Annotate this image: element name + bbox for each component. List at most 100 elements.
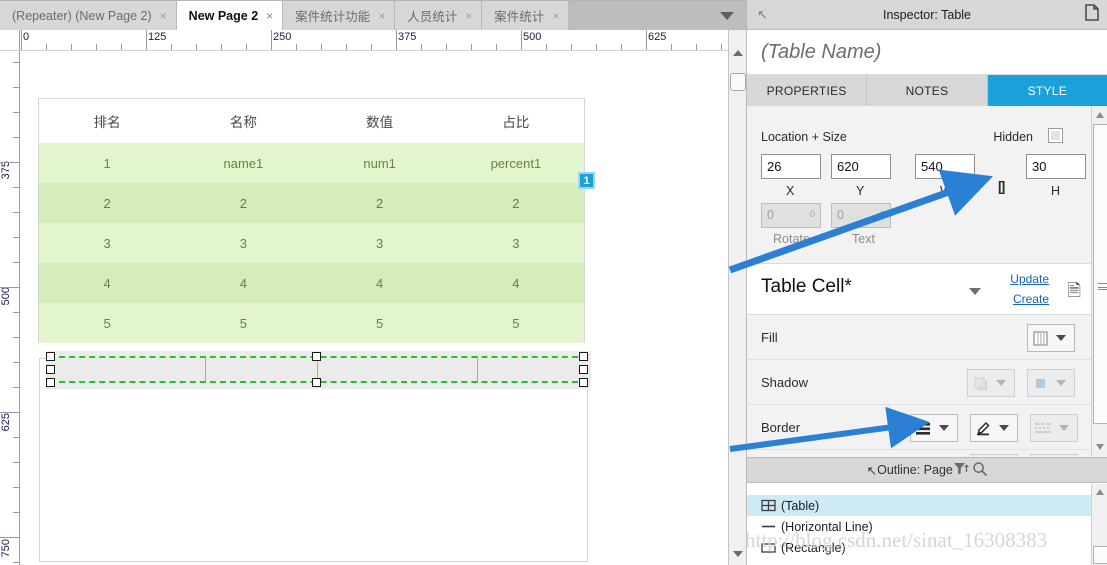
outline-item-partial-top[interactable] — [747, 484, 1091, 495]
table-row[interactable]: 5 5 5 5 — [39, 303, 584, 343]
ruler-label-h-500: 500 — [523, 31, 542, 43]
selected-table-widget[interactable] — [46, 351, 591, 389]
outline-item-rectangle[interactable]: (Rectangle) — [747, 537, 1091, 558]
close-icon[interactable]: × — [378, 9, 385, 23]
shadow-color-dropdown[interactable] — [1027, 369, 1075, 397]
close-icon[interactable]: × — [552, 9, 559, 23]
resize-handle-n[interactable] — [312, 352, 321, 361]
chevron-down-icon[interactable] — [969, 288, 981, 295]
page-tab-repeater-new-page-2[interactable]: (Repeater) (New Page 2) × — [0, 1, 177, 30]
outline-tree[interactable]: (Table) (Horizontal Line) (Rectangle) — [747, 484, 1091, 565]
ruler-tick — [421, 44, 422, 50]
table-header-value: 数值 — [366, 115, 394, 130]
cell: 4 — [512, 275, 520, 291]
hidden-checkbox[interactable] — [1048, 128, 1063, 143]
w-field[interactable]: 540 — [915, 154, 975, 179]
y-field[interactable]: 620 — [831, 154, 891, 179]
ruler-tick — [446, 44, 447, 50]
scroll-down-icon[interactable] — [1096, 444, 1104, 450]
close-icon[interactable]: × — [266, 9, 273, 23]
text-rotate-field[interactable]: 0 0 — [831, 203, 891, 228]
scroll-up-icon[interactable] — [1096, 489, 1104, 495]
outline-item-label: (Rectangle) — [781, 540, 846, 555]
inspector-vertical-scrollbar[interactable] — [1091, 106, 1107, 456]
resize-handle-ne[interactable] — [579, 352, 588, 361]
resize-handle-w[interactable] — [46, 365, 55, 374]
border-all-icon — [911, 421, 935, 436]
page-icon[interactable] — [1085, 4, 1099, 21]
scroll-up-icon[interactable] — [733, 50, 743, 56]
close-icon[interactable]: × — [465, 9, 472, 23]
filter-icon[interactable] — [953, 461, 969, 477]
collapse-arrow-icon[interactable]: ↖ — [757, 7, 768, 23]
page-tab-case-stats-feature[interactable]: 案件统计功能 × — [283, 1, 396, 30]
resize-handle-se[interactable] — [579, 378, 588, 387]
outline-item-horizontal-line[interactable]: (Horizontal Line) — [747, 516, 1091, 537]
close-icon[interactable]: × — [160, 9, 167, 23]
fill-color-dropdown[interactable] — [1027, 324, 1075, 352]
chevron-down-icon — [1056, 380, 1066, 386]
design-canvas[interactable]: 排名 名称 数值 占比 1 name1 num1 percent1 2 2 2 … — [21, 51, 728, 565]
resize-handle-e[interactable] — [579, 365, 588, 374]
border-line-style-dropdown[interactable] — [1030, 414, 1078, 442]
ruler-tick — [646, 30, 647, 50]
cell: 4 — [103, 275, 111, 291]
page-tab-personnel-stats[interactable]: 人员统计 × — [395, 1, 483, 30]
table-row[interactable]: 1 name1 num1 percent1 — [39, 143, 584, 183]
update-style-link[interactable]: Update — [1010, 272, 1049, 286]
rotate-field[interactable]: 0 0 — [761, 203, 821, 228]
resize-handle-sw[interactable] — [46, 378, 55, 387]
tab-style[interactable]: STYLE — [987, 75, 1107, 106]
widget-name-input[interactable]: (Table Name) — [747, 30, 1107, 75]
scrollbar-thumb[interactable] — [730, 73, 746, 91]
outline-item-table[interactable]: (Table) — [747, 495, 1091, 516]
ruler-tick — [671, 44, 672, 50]
table-row[interactable]: 4 4 4 4 — [39, 263, 584, 303]
shadow-style-dropdown[interactable] — [967, 369, 1015, 397]
page-tab-new-page-2[interactable]: New Page 2 × — [176, 1, 284, 30]
tab-properties[interactable]: PROPERTIES — [747, 75, 868, 106]
create-style-link[interactable]: Create — [1013, 292, 1049, 306]
text-rotate-label: Text — [852, 232, 875, 246]
ruler-label-h-125: 125 — [148, 31, 167, 43]
line-arrow-dropdown[interactable] — [1030, 454, 1078, 456]
corner-row-partial — [747, 450, 1091, 456]
collapse-arrow-icon[interactable]: ↖ — [867, 463, 877, 478]
table-row[interactable]: 3 3 3 3 — [39, 223, 584, 263]
tab-overflow-dropdown[interactable] — [569, 1, 746, 30]
outline-title: Outline: Page — [877, 463, 953, 477]
table-row[interactable]: 2 2 2 2 — [39, 183, 584, 223]
ruler-tick — [296, 44, 297, 50]
scroll-up-icon[interactable] — [1096, 112, 1104, 118]
ruler-tick — [13, 112, 19, 113]
tab-notes[interactable]: NOTES — [867, 75, 988, 106]
outline-vertical-scrollbar[interactable] — [1091, 484, 1107, 565]
corner-radius-dropdown[interactable] — [970, 454, 1018, 456]
hidden-label: Hidden — [993, 130, 1033, 144]
edit-style-icon[interactable]: 🗎 — [1067, 278, 1081, 307]
pencil-icon — [971, 421, 995, 436]
repeater-count-badge[interactable]: 1 — [578, 172, 595, 189]
scrollbar-thumb[interactable] — [1093, 546, 1107, 564]
outline-item-label: (Horizontal Line) — [781, 519, 873, 534]
lock-aspect-ratio-icon[interactable]: [] — [998, 178, 1005, 194]
ruler-tick — [13, 362, 19, 363]
search-icon[interactable] — [972, 461, 988, 477]
cell: 3 — [512, 235, 520, 251]
scrollbar-thumb[interactable] — [1093, 124, 1107, 424]
degree-symbol: 0 — [809, 209, 815, 219]
resize-handle-nw[interactable] — [46, 352, 55, 361]
canvas-vertical-scrollbar[interactable] — [728, 30, 746, 565]
tab-label: (Repeater) (New Page 2) — [12, 8, 152, 23]
h-field[interactable]: 30 — [1026, 154, 1086, 179]
x-field[interactable]: 26 — [761, 154, 821, 179]
page-tab-case-stats[interactable]: 案件统计 × — [482, 1, 570, 30]
resize-handle-s[interactable] — [312, 378, 321, 387]
scroll-down-icon[interactable] — [733, 551, 743, 557]
repeater-table-widget[interactable]: 排名 名称 数值 占比 1 name1 num1 percent1 2 2 2 … — [38, 98, 585, 343]
border-color-dropdown[interactable] — [970, 414, 1018, 442]
border-sides-dropdown[interactable] — [910, 414, 958, 442]
ruler-tick — [13, 512, 19, 513]
table-header-percent: 占比 — [502, 115, 530, 130]
ruler-tick — [721, 44, 722, 50]
